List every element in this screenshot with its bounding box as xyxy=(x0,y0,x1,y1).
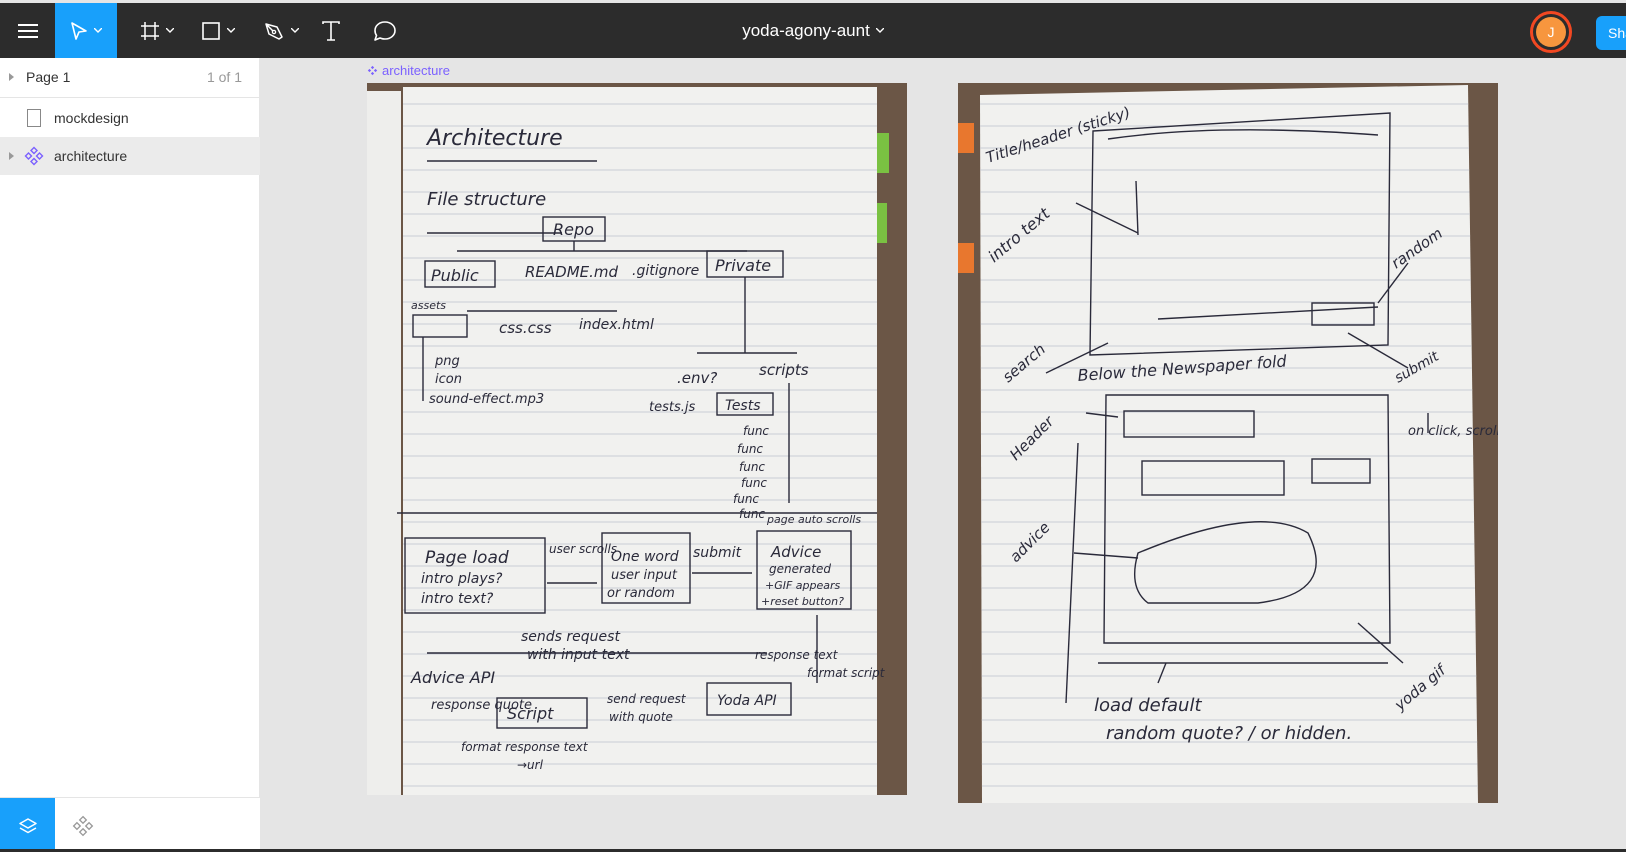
sketch-format-response: format response text xyxy=(461,740,589,754)
page-name: Page 1 xyxy=(26,69,71,85)
page-count: 1 of 1 xyxy=(206,69,242,85)
sketch-one-word: One word xyxy=(611,549,679,565)
sketch-testsjs: tests.js xyxy=(649,400,695,415)
sketch-func: func xyxy=(739,507,765,521)
sketch-intro-text: intro text? xyxy=(421,591,494,607)
file-name: yoda-agony-aunt xyxy=(742,20,870,40)
sketch-advice-api: Advice API xyxy=(410,668,495,687)
sketch-index: index.html xyxy=(579,317,654,333)
assets-tab[interactable] xyxy=(55,798,110,852)
main-menu-button[interactable] xyxy=(0,3,55,58)
move-tool-button[interactable] xyxy=(55,3,117,58)
sketch-reset-button: +reset button? xyxy=(761,595,844,608)
sketch-with-input: with input text xyxy=(527,647,630,663)
pen-icon xyxy=(265,22,283,40)
sketch-scripts: scripts xyxy=(759,361,809,379)
sketch-user-scrolls: user scrolls xyxy=(549,542,617,556)
design-canvas[interactable]: architecture Architecture File structure… xyxy=(261,58,1626,852)
chevron-down-icon xyxy=(166,28,174,33)
sketch-sound: sound-effect.mp3 xyxy=(429,392,544,407)
sketch-or-random: or random xyxy=(607,586,675,601)
layer-label: architecture xyxy=(54,148,128,164)
hamburger-menu-icon xyxy=(17,23,38,38)
chevron-down-icon xyxy=(227,28,235,33)
frame-icon xyxy=(141,21,159,40)
sketch-func: func xyxy=(743,424,769,438)
sketch-css: css.css xyxy=(499,319,552,337)
sketch-send-request: send request xyxy=(607,692,687,706)
sketch-heading: Architecture xyxy=(425,126,563,151)
user-avatar-button[interactable]: J xyxy=(1530,11,1572,53)
sketch-repo: Repo xyxy=(553,220,594,239)
component-icon xyxy=(367,65,378,76)
sketch-readme: README.md xyxy=(525,263,619,281)
sketch-advice: Advice xyxy=(770,543,821,561)
sketch-func: func xyxy=(737,442,763,456)
expand-triangle-icon[interactable] xyxy=(9,152,14,160)
sketch-submit: submit xyxy=(693,545,742,561)
frame-layer-icon xyxy=(24,108,44,128)
pen-tool-button[interactable] xyxy=(255,3,307,58)
chevron-down-icon xyxy=(875,28,884,33)
figma-app: yoda-agony-aunt J Share Page 1 1 of 1 mo… xyxy=(0,0,1626,852)
sketch-on-click: on click, scroll xyxy=(1408,424,1498,439)
layers-tab[interactable] xyxy=(0,798,55,852)
frame-tool-button[interactable] xyxy=(131,3,183,58)
sketch-tests: Tests xyxy=(725,398,761,414)
sketch-user-input: user input xyxy=(611,568,678,583)
sketch-func: func xyxy=(733,492,759,506)
sketch-load-default: load default xyxy=(1094,695,1202,716)
sketch-private: Private xyxy=(715,256,771,275)
sketch-png: png xyxy=(434,354,460,369)
sketch-intro-plays: intro plays? xyxy=(421,571,503,587)
sketch-func: func xyxy=(741,476,767,490)
sketch-gitignore: .gitignore xyxy=(632,263,699,279)
shape-tool-button[interactable] xyxy=(192,3,244,58)
sketch-with-quote: with quote xyxy=(609,710,673,724)
sketch-response-text: response text xyxy=(755,648,839,662)
top-toolbar: yoda-agony-aunt J Share xyxy=(0,3,1626,58)
file-name-dropdown[interactable]: yoda-agony-aunt xyxy=(742,21,884,41)
comment-icon xyxy=(374,20,396,41)
share-button[interactable]: Share xyxy=(1596,16,1626,50)
layers-icon xyxy=(18,817,37,833)
sidebar-footer-tabs xyxy=(0,797,260,852)
sketch-sends-request: sends request xyxy=(521,629,620,645)
layers-sidebar: Page 1 1 of 1 mockdesign architecture xyxy=(0,58,260,852)
sketch-func: func xyxy=(739,460,765,474)
sketch-subheading: File structure xyxy=(427,189,546,210)
sketch-icon: icon xyxy=(435,372,462,387)
sketch-env: .env? xyxy=(677,369,717,387)
avatar: J xyxy=(1536,17,1566,47)
page-selector[interactable]: Page 1 1 of 1 xyxy=(0,58,260,98)
frame-title-text: architecture xyxy=(382,63,450,78)
text-icon xyxy=(322,20,340,41)
sketch-yoda-api: Yoda API xyxy=(717,693,777,709)
sketch-page-load: Page load xyxy=(425,548,509,568)
architecture-sketch-image[interactable]: Architecture File structure Repo Public … xyxy=(367,83,907,795)
expand-triangle-icon[interactable] xyxy=(9,73,14,81)
sketch-gif-appears: +GIF appears xyxy=(765,579,841,592)
sketch-page-auto: page auto scrolls xyxy=(766,513,861,526)
chevron-down-icon xyxy=(94,28,102,33)
sketch-format-script: format script xyxy=(807,666,886,680)
sketch-script: Script xyxy=(507,704,554,723)
chevron-down-icon xyxy=(291,28,299,33)
sketch-public: Public xyxy=(431,266,479,285)
sketch-generated: generated xyxy=(769,562,831,576)
layer-label: mockdesign xyxy=(54,110,129,126)
move-cursor-icon xyxy=(71,21,87,40)
rectangle-icon xyxy=(202,21,220,40)
mockdesign-sketch-image[interactable]: Title/header (sticky) intro text random … xyxy=(958,83,1498,803)
text-tool-button[interactable] xyxy=(318,3,344,58)
layer-item-mockdesign[interactable]: mockdesign xyxy=(0,99,260,137)
layer-item-architecture[interactable]: architecture xyxy=(0,137,260,175)
sketch-random-quote: random quote? / or hidden. xyxy=(1106,723,1352,744)
comment-tool-button[interactable] xyxy=(370,3,400,58)
component-icon xyxy=(72,815,93,836)
frame-title[interactable]: architecture xyxy=(367,63,450,78)
sketch-assets: assets xyxy=(411,299,446,312)
sketch-url: →url xyxy=(517,758,544,772)
component-icon xyxy=(24,146,44,166)
